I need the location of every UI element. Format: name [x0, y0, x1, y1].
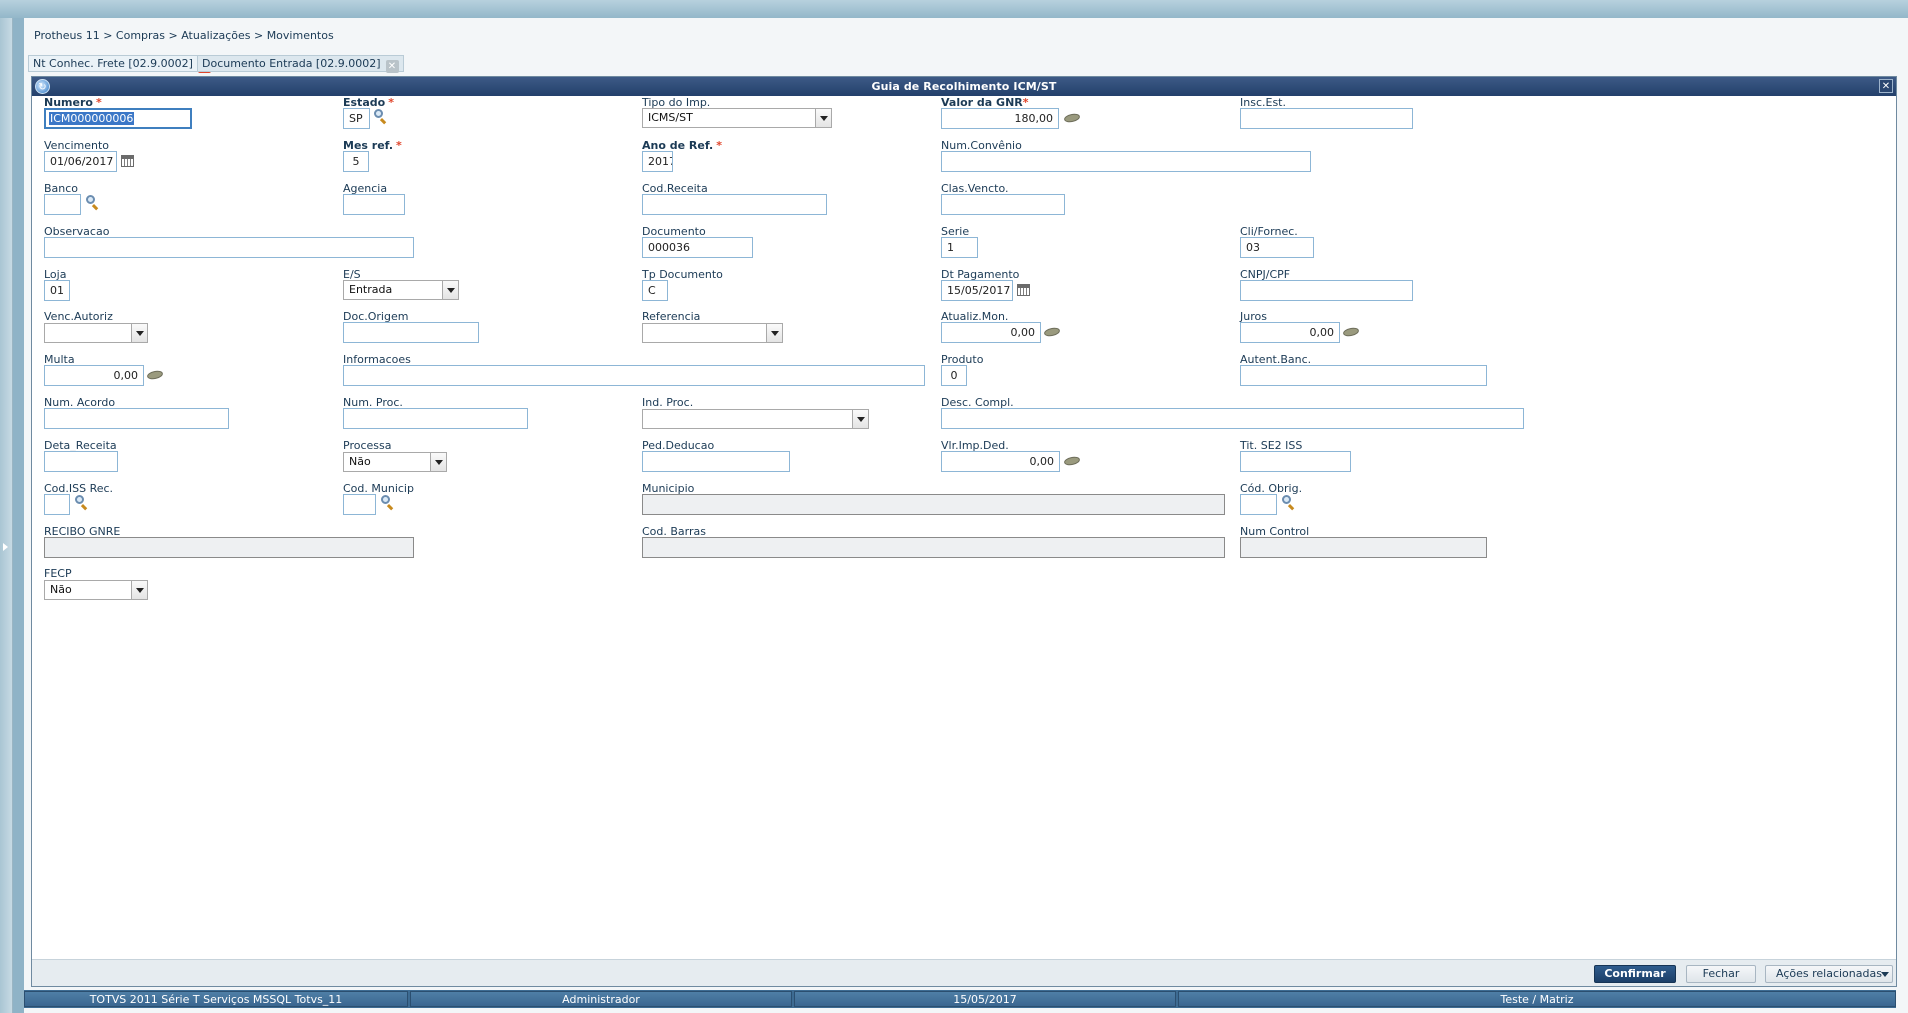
num-acordo-input[interactable]: [44, 408, 229, 429]
serie-input[interactable]: 1: [941, 237, 978, 258]
ano-ref-input[interactable]: 2017: [642, 151, 673, 172]
search-icon[interactable]: [74, 495, 90, 511]
confirm-button[interactable]: Confirmar: [1594, 965, 1676, 983]
autent-banc-input[interactable]: [1240, 365, 1487, 386]
juros-input[interactable]: 0,00: [1240, 322, 1340, 343]
tit-se2-iss-input[interactable]: [1240, 451, 1351, 472]
documento-input[interactable]: 000036: [642, 237, 753, 258]
chevron-down-icon[interactable]: [852, 410, 868, 428]
agencia-input[interactable]: [343, 194, 405, 215]
ped-deducao-input[interactable]: [642, 451, 790, 472]
search-icon[interactable]: [1281, 495, 1297, 511]
chevron-down-icon[interactable]: [442, 281, 458, 299]
deta-receita-input[interactable]: [44, 451, 118, 472]
calendar-icon[interactable]: [1017, 284, 1030, 296]
referencia-label: Referencia: [642, 310, 701, 323]
cod-barras-input: [642, 537, 1225, 558]
status-bar: TOTVS 2011 Série T Serviços MSSQL Totvs_…: [24, 990, 1896, 1008]
tab-label: Documento Entrada [02.9.0002]: [202, 57, 381, 70]
search-icon[interactable]: [85, 195, 101, 211]
money-icon[interactable]: [1343, 327, 1361, 337]
produto-input[interactable]: 0: [941, 365, 967, 386]
fecp-select[interactable]: Não: [44, 580, 148, 600]
tab-label: Nt Conhec. Frete [02.9.0002]: [33, 57, 193, 70]
loja-input[interactable]: 01: [44, 280, 70, 301]
venc-autoriz-select[interactable]: [44, 323, 148, 343]
search-icon[interactable]: [373, 109, 389, 125]
banco-input[interactable]: [44, 194, 81, 215]
tp-documento-input[interactable]: C: [642, 280, 668, 301]
status-date: 15/05/2017: [794, 991, 1176, 1007]
money-icon[interactable]: [1064, 113, 1082, 123]
vencimento-input[interactable]: 01/06/2017: [44, 151, 117, 172]
tab-nt-conhec-frete[interactable]: Nt Conhec. Frete [02.9.0002]✕: [28, 55, 216, 73]
dialog-titlebar: ↻ Guia de Recolhimento ICM/ST ✕: [32, 77, 1896, 96]
app-window: Protheus 11 > Compras > Atualizações > M…: [0, 0, 1908, 1013]
chevron-down-icon[interactable]: [131, 581, 147, 599]
cod-municip-input[interactable]: [343, 494, 376, 515]
calendar-icon[interactable]: [121, 155, 134, 167]
close-tab-icon[interactable]: ✕: [385, 60, 399, 73]
doc-origem-input[interactable]: [343, 322, 479, 343]
money-icon[interactable]: [1044, 327, 1062, 337]
cod-receita-input[interactable]: [642, 194, 827, 215]
numero-input[interactable]: ICM000000006: [44, 108, 192, 129]
clas-vencto-input[interactable]: [941, 194, 1065, 215]
venc-autoriz-label: Venc.Autoriz: [44, 310, 113, 323]
search-icon[interactable]: [380, 495, 396, 511]
fecp-label: FECP: [44, 567, 72, 580]
municipio-input: [642, 494, 1225, 515]
close-icon[interactable]: ✕: [1879, 79, 1893, 93]
valor-gnr-input[interactable]: 180,00: [941, 108, 1059, 129]
money-icon[interactable]: [1064, 456, 1082, 466]
desc-compl-input[interactable]: [941, 408, 1524, 429]
num-convenio-input[interactable]: [941, 151, 1311, 172]
insc-est-input[interactable]: [1240, 108, 1413, 129]
chevron-down-icon[interactable]: [430, 453, 446, 471]
money-icon[interactable]: [147, 370, 165, 380]
tipo-imp-select[interactable]: ICMS/ST: [642, 108, 832, 128]
status-company: Teste / Matriz: [1178, 991, 1896, 1007]
estado-input[interactable]: SP: [343, 108, 370, 129]
dialog-footer: Confirmar Fechar Ações relacionadas: [32, 959, 1896, 986]
cod-obrig-input[interactable]: [1240, 494, 1277, 515]
referencia-select[interactable]: [642, 323, 783, 343]
processa-select[interactable]: Não: [343, 452, 447, 472]
expand-arrow-icon[interactable]: [3, 543, 8, 551]
es-select[interactable]: Entrada: [343, 280, 459, 300]
cnpj-cpf-input[interactable]: [1240, 280, 1413, 301]
informacoes-input[interactable]: [343, 365, 925, 386]
top-strip: [0, 0, 1908, 18]
close-button[interactable]: Fechar: [1686, 965, 1756, 983]
form-area: Numero * ICM000000006 Estado * SP Tipo do …: [32, 96, 1896, 960]
ind-proc-label: Ind. Proc.: [642, 396, 694, 409]
num-proc-input[interactable]: [343, 408, 528, 429]
chevron-down-icon[interactable]: [815, 109, 831, 127]
left-collapse-rail[interactable]: [0, 18, 13, 1013]
cod-iss-rec-input[interactable]: [44, 494, 70, 515]
related-actions-button[interactable]: Ações relacionadas: [1765, 965, 1893, 983]
vlr-imp-ded-input[interactable]: 0,00: [941, 451, 1060, 472]
chevron-down-icon[interactable]: [131, 324, 147, 342]
dialog-title: Guia de Recolhimento ICM/ST: [871, 80, 1057, 93]
observacao-input[interactable]: [44, 237, 414, 258]
tab-documento-entrada[interactable]: Documento Entrada [02.9.0002] ✕: [197, 55, 404, 73]
status-user: Administrador: [410, 991, 792, 1007]
recibo-gnre-input: [44, 537, 414, 558]
ind-proc-select[interactable]: [642, 409, 869, 429]
processa-label: Processa: [343, 439, 392, 452]
mes-ref-input[interactable]: 5: [343, 151, 369, 172]
multa-input[interactable]: 0,00: [44, 365, 144, 386]
status-system: TOTVS 2011 Série T Serviços MSSQL Totvs_…: [24, 991, 408, 1007]
dt-pagamento-input[interactable]: 15/05/2017: [941, 280, 1013, 301]
gnre-dialog: ↻ Guia de Recolhimento ICM/ST ✕ Numero * …: [31, 76, 1897, 987]
breadcrumb: Protheus 11 > Compras > Atualizações > M…: [34, 29, 334, 42]
atualiz-mon-input[interactable]: 0,00: [941, 322, 1041, 343]
cli-fornec-input[interactable]: 03: [1240, 237, 1314, 258]
chevron-down-icon[interactable]: [766, 324, 782, 342]
num-control-input: [1240, 537, 1487, 558]
